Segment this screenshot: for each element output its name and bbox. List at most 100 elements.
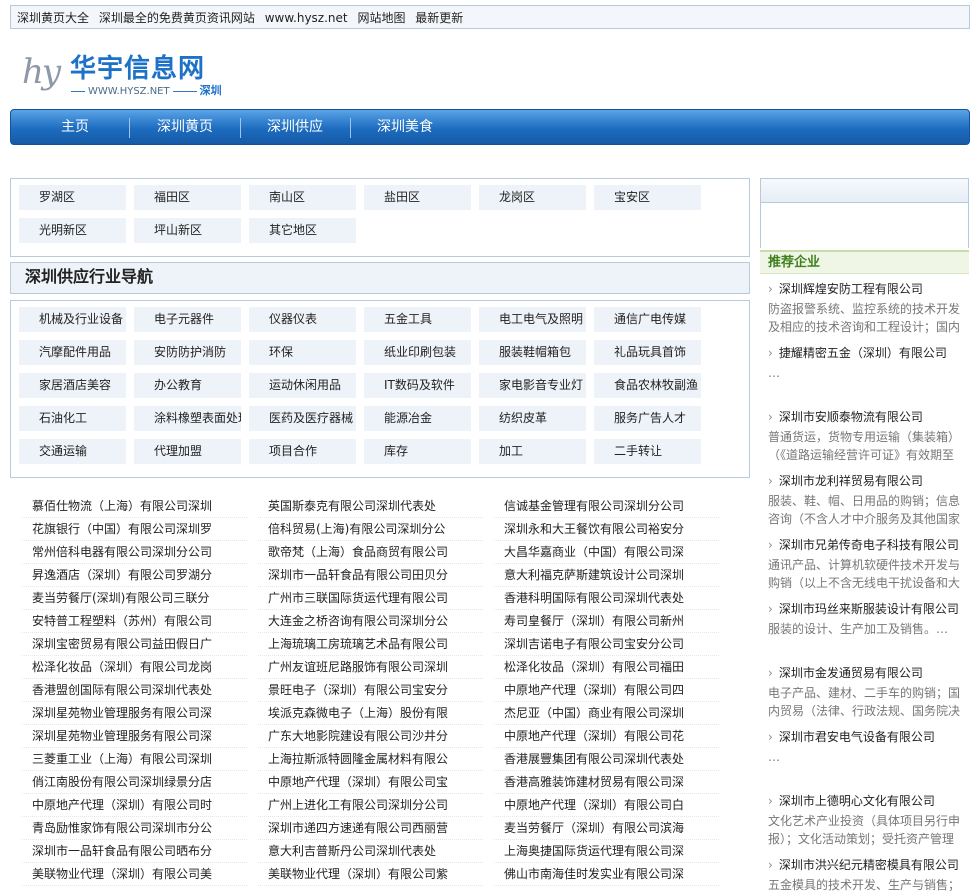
company-link[interactable]: 埃派克森微电子（上海）股份有限: [258, 702, 483, 725]
industry-link[interactable]: 机械及行业设备: [19, 307, 126, 332]
company-link[interactable]: 青岛励惟家饰有限公司深圳市分公: [22, 817, 247, 840]
nav-supply[interactable]: 深圳供应: [249, 110, 341, 144]
company-link[interactable]: 意大利吉普斯丹公司深圳代表处: [258, 840, 483, 863]
district-link[interactable]: 光明新区: [19, 218, 126, 243]
company-link[interactable]: 上海琉璃工房琉璃艺术品有限公司: [258, 633, 483, 656]
company-link[interactable]: 深圳星苑物业管理服务有限公司深: [22, 702, 247, 725]
company-link[interactable]: 寿司皇餐厅（深圳）有限公司新州: [494, 610, 719, 633]
industry-link[interactable]: 交通运输: [19, 439, 126, 464]
company-link[interactable]: 佛山市南海佳时发实业有限公司深: [494, 863, 719, 886]
recommend-company-link[interactable]: › 捷耀精密五金（深圳）有限公司: [768, 344, 964, 362]
company-link[interactable]: 昇逸酒店（深圳）有限公司罗湖分: [22, 564, 247, 587]
company-link[interactable]: 信诚基金管理有限公司深圳分公司: [494, 495, 719, 518]
district-link[interactable]: 罗湖区: [19, 185, 126, 210]
industry-link[interactable]: 代理加盟: [134, 439, 241, 464]
nav-home[interactable]: 主页: [31, 110, 119, 144]
industry-link[interactable]: 纺织皮革: [479, 406, 586, 431]
company-link[interactable]: 景旺电子（深圳）有限公司宝安分: [258, 679, 483, 702]
recommend-company-link[interactable]: › 深圳市玛丝来斯服装设计有限公司: [768, 600, 964, 618]
company-link[interactable]: 花旗银行（中国）有限公司深圳罗: [22, 518, 247, 541]
industry-link[interactable]: 项目合作: [249, 439, 356, 464]
company-link[interactable]: 松泽化妆品（深圳）有限公司福田: [494, 656, 719, 679]
district-link[interactable]: 其它地区: [249, 218, 356, 243]
industry-link[interactable]: 仪器仪表: [249, 307, 356, 332]
industry-link[interactable]: 汽摩配件用品: [19, 340, 126, 365]
company-link[interactable]: 意大利福克萨斯建筑设计公司深圳: [494, 564, 719, 587]
industry-link[interactable]: 石油化工: [19, 406, 126, 431]
recommend-company-link[interactable]: › 深圳市龙利祥贸易有限公司: [768, 472, 964, 490]
company-link[interactable]: 深圳宝密贸易有限公司益田假日广: [22, 633, 247, 656]
company-link[interactable]: 倍科贸易(上海)有限公司深圳分公: [258, 518, 483, 541]
industry-link[interactable]: IT数码及软件: [364, 373, 471, 398]
district-link[interactable]: 盐田区: [364, 185, 471, 210]
industry-link[interactable]: 涂料橡塑表面处理: [134, 406, 241, 431]
industry-link[interactable]: 环保: [249, 340, 356, 365]
industry-link[interactable]: 服装鞋帽箱包: [479, 340, 586, 365]
recommend-company-link[interactable]: › 深圳市洪兴纪元精密模具有限公司: [768, 856, 964, 874]
company-link[interactable]: 安特普工程塑料（苏州）有限公司: [22, 610, 247, 633]
industry-link[interactable]: 服务广告人才: [594, 406, 701, 431]
company-link[interactable]: 美联物业代理（深圳）有限公司紫: [258, 863, 483, 886]
district-link[interactable]: 坪山新区: [134, 218, 241, 243]
industry-link[interactable]: 能源冶金: [364, 406, 471, 431]
company-link[interactable]: 慕佰仕物流（上海）有限公司深圳: [22, 495, 247, 518]
company-link[interactable]: 深圳星苑物业管理服务有限公司深: [22, 725, 247, 748]
latest-updates-link[interactable]: 最新更新: [415, 11, 463, 25]
company-link[interactable]: 俏江南股份有限公司深圳绿景分店: [22, 771, 247, 794]
industry-link[interactable]: 通信广电传媒: [594, 307, 701, 332]
company-link[interactable]: 深圳吉诺电子有限公司宝安分公司: [494, 633, 719, 656]
company-link[interactable]: 香港展豐集团有限公司深圳代表处: [494, 748, 719, 771]
company-link[interactable]: 香港科明国际有限公司深圳代表处: [494, 587, 719, 610]
company-link[interactable]: 上海奥捷国际货运代理有限公司深: [494, 840, 719, 863]
industry-link[interactable]: 电子元器件: [134, 307, 241, 332]
company-link[interactable]: 中原地产代理（深圳）有限公司宝: [258, 771, 483, 794]
company-link[interactable]: 中原地产代理（深圳）有限公司四: [494, 679, 719, 702]
company-link[interactable]: 深圳市一品轩食品有限公司晒布分: [22, 840, 247, 863]
nav-yellow-pages[interactable]: 深圳黄页: [139, 110, 231, 144]
company-link[interactable]: 广州上进化工有限公司深圳分公司: [258, 794, 483, 817]
nav-food[interactable]: 深圳美食: [359, 110, 451, 144]
industry-link[interactable]: 食品农林牧副渔: [594, 373, 701, 398]
company-link[interactable]: 杰尼亚（中国）商业有限公司深圳: [494, 702, 719, 725]
industry-link[interactable]: 电工电气及照明: [479, 307, 586, 332]
company-link[interactable]: 歌帝梵（上海）食品商贸有限公司: [258, 541, 483, 564]
company-link[interactable]: 三菱重工业（上海）有限公司深圳: [22, 748, 247, 771]
industry-link[interactable]: 纸业印刷包装: [364, 340, 471, 365]
industry-link[interactable]: 加工: [479, 439, 586, 464]
recommend-company-link[interactable]: › 深圳市君安电气设备有限公司: [768, 728, 964, 746]
company-link[interactable]: 中原地产代理（深圳）有限公司白: [494, 794, 719, 817]
recommend-company-link[interactable]: › 深圳市兄弟传奇电子科技有限公司: [768, 536, 964, 554]
company-link[interactable]: 深圳市一品轩食品有限公司田贝分: [258, 564, 483, 587]
district-link[interactable]: 宝安区: [594, 185, 701, 210]
company-link[interactable]: 上海拉斯派特圆隆金属材料有限公: [258, 748, 483, 771]
industry-link[interactable]: 二手转让: [594, 439, 701, 464]
company-link[interactable]: 中原地产代理（深圳）有限公司花: [494, 725, 719, 748]
industry-link[interactable]: 运动休闲用品: [249, 373, 356, 398]
industry-link[interactable]: 家居酒店美容: [19, 373, 126, 398]
company-link[interactable]: 深圳市递四方速递有限公司西丽营: [258, 817, 483, 840]
industry-link[interactable]: 礼品玩具首饰: [594, 340, 701, 365]
industry-link[interactable]: 家电影音专业灯: [479, 373, 586, 398]
company-link[interactable]: 美联物业代理（深圳）有限公司美: [22, 863, 247, 886]
company-link[interactable]: 广东大地影院建设有限公司沙井分: [258, 725, 483, 748]
district-link[interactable]: 南山区: [249, 185, 356, 210]
recommend-company-link[interactable]: › 深圳市上德明心文化有限公司: [768, 792, 964, 810]
company-link[interactable]: 中原地产代理（深圳）有限公司时: [22, 794, 247, 817]
company-link[interactable]: 广州市三联国际货运代理有限公司: [258, 587, 483, 610]
company-link[interactable]: 麦当劳餐厅（深圳）有限公司滨海: [494, 817, 719, 840]
recommend-company-link[interactable]: › 深圳市安顺泰物流有限公司: [768, 408, 964, 426]
industry-link[interactable]: 五金工具: [364, 307, 471, 332]
district-link[interactable]: 龙岗区: [479, 185, 586, 210]
company-link[interactable]: 大昌华嘉商业（中国）有限公司深: [494, 541, 719, 564]
company-link[interactable]: 常州倍科电器有限公司深圳分公司: [22, 541, 247, 564]
industry-link[interactable]: 办公教育: [134, 373, 241, 398]
company-link[interactable]: 松泽化妆品（深圳）有限公司龙岗: [22, 656, 247, 679]
company-link[interactable]: 大连金之桥咨询有限公司深圳分公: [258, 610, 483, 633]
company-link[interactable]: 麦当劳餐厅(深圳)有限公司三联分: [22, 587, 247, 610]
company-link[interactable]: 英国斯泰克有限公司深圳代表处: [258, 495, 483, 518]
recommend-company-link[interactable]: › 深圳市金发通贸易有限公司: [768, 664, 964, 682]
company-link[interactable]: 香港盟创国际有限公司深圳代表处: [22, 679, 247, 702]
recommend-company-link[interactable]: › 深圳辉煌安防工程有限公司: [768, 280, 964, 298]
company-link[interactable]: 深圳永和大王餐饮有限公司裕安分: [494, 518, 719, 541]
industry-link[interactable]: 安防防护消防: [134, 340, 241, 365]
